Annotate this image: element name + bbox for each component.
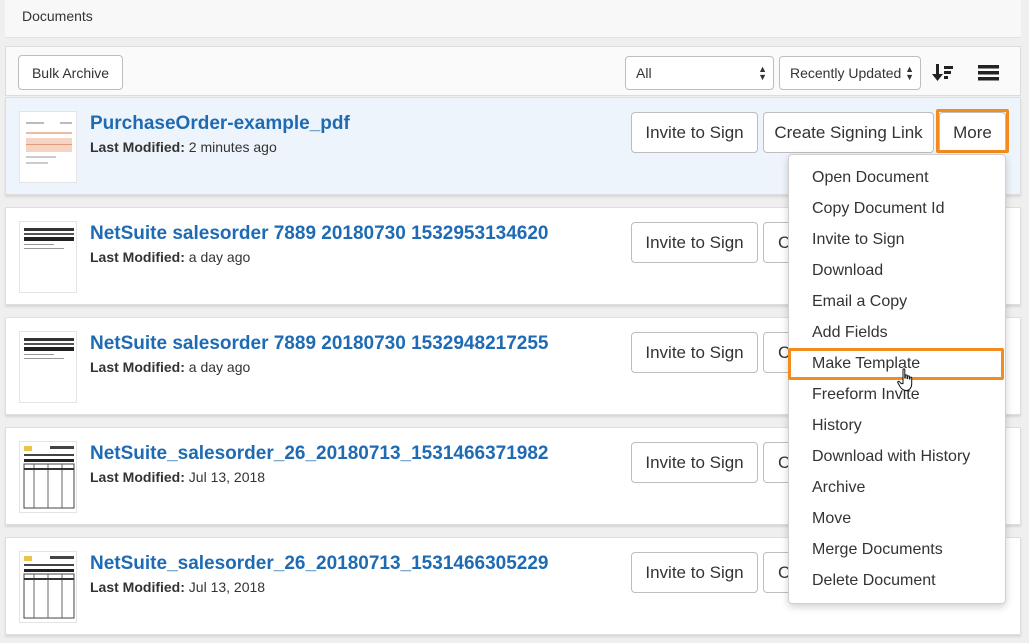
menu-item-download[interactable]: Download — [789, 255, 1005, 286]
document-preview-icon — [24, 228, 74, 249]
menu-item-download-with-history[interactable]: Download with History — [789, 441, 1005, 472]
invite-to-sign-button[interactable]: Invite to Sign — [631, 442, 758, 483]
menu-item-move[interactable]: Move — [789, 503, 1005, 534]
invite-to-sign-button[interactable]: Invite to Sign — [631, 112, 758, 153]
sort-select-value: Recently Updated — [790, 65, 902, 81]
menu-item-email-a-copy[interactable]: Email a Copy — [789, 286, 1005, 317]
menu-item-delete-document[interactable]: Delete Document — [789, 565, 1005, 596]
last-modified-value: a day ago — [188, 249, 251, 265]
document-preview-icon — [23, 556, 75, 619]
more-button-highlight — [936, 109, 1009, 153]
invite-to-sign-button[interactable]: Invite to Sign — [631, 222, 758, 263]
last-modified-value: 2 minutes ago — [188, 139, 277, 155]
sort-select[interactable]: Recently Updated ▲ ▼ — [779, 56, 921, 90]
menu-item-add-fields[interactable]: Add Fields — [789, 317, 1005, 348]
document-title-link[interactable]: NetSuite_salesorder_26_20180713_15314663… — [90, 553, 549, 575]
menu-item-open-document[interactable]: Open Document — [789, 162, 1005, 193]
last-modified: Last Modified: Jul 13, 2018 — [90, 469, 265, 485]
document-preview-icon — [24, 338, 74, 359]
list-view-icon[interactable] — [978, 65, 999, 81]
bulk-archive-button[interactable]: Bulk Archive — [18, 55, 123, 90]
toolbar: Bulk Archive All ▲ ▼ Recently Updated ▲ ▼ — [5, 46, 1021, 96]
document-title-link[interactable]: NetSuite salesorder 7889 20180730 153295… — [90, 223, 548, 245]
document-thumbnail[interactable] — [19, 551, 77, 623]
last-modified-label: Last Modified: — [90, 469, 185, 485]
last-modified-value: Jul 13, 2018 — [188, 579, 266, 595]
select-arrows-icon: ▲ ▼ — [905, 64, 914, 82]
select-arrows-icon: ▲ ▼ — [758, 64, 767, 82]
page-header: Documents — [5, 0, 1021, 38]
last-modified: Last Modified: a day ago — [90, 359, 250, 375]
document-thumbnail[interactable] — [19, 331, 77, 403]
document-title-link[interactable]: PurchaseOrder-example_pdf — [90, 113, 350, 135]
document-thumbnail[interactable] — [19, 221, 77, 293]
menu-item-archive[interactable]: Archive — [789, 472, 1005, 503]
last-modified-value: a day ago — [188, 359, 251, 375]
invite-to-sign-button[interactable]: Invite to Sign — [631, 552, 758, 593]
last-modified-label: Last Modified: — [90, 359, 185, 375]
last-modified-value: Jul 13, 2018 — [188, 469, 266, 485]
last-modified: Last Modified: a day ago — [90, 249, 250, 265]
make-template-highlight — [788, 348, 1004, 380]
page-title: Documents — [22, 8, 93, 24]
filter-select-value: All — [636, 65, 652, 81]
document-title-link[interactable]: NetSuite salesorder 7889 20180730 153294… — [90, 333, 548, 355]
create-signing-link-button[interactable]: Create Signing Link — [763, 112, 934, 153]
document-title-link[interactable]: NetSuite_salesorder_26_20180713_15314663… — [90, 443, 549, 465]
menu-item-merge-documents[interactable]: Merge Documents — [789, 534, 1005, 565]
filter-select[interactable]: All ▲ ▼ — [625, 56, 774, 90]
document-thumbnail[interactable] — [19, 441, 77, 513]
last-modified-label: Last Modified: — [90, 579, 185, 595]
menu-item-history[interactable]: History — [789, 410, 1005, 441]
invite-to-sign-button[interactable]: Invite to Sign — [631, 332, 758, 373]
sort-descending-icon[interactable] — [932, 63, 954, 83]
menu-item-copy-document-id[interactable]: Copy Document Id — [789, 193, 1005, 224]
last-modified: Last Modified: Jul 13, 2018 — [90, 579, 265, 595]
document-preview-icon — [23, 446, 75, 509]
last-modified-label: Last Modified: — [90, 139, 185, 155]
last-modified: Last Modified: 2 minutes ago — [90, 139, 277, 155]
hand-pointer-icon — [897, 368, 913, 392]
menu-item-invite-to-sign[interactable]: Invite to Sign — [789, 224, 1005, 255]
document-preview-icon — [26, 122, 72, 164]
last-modified-label: Last Modified: — [90, 249, 185, 265]
document-thumbnail[interactable] — [19, 111, 77, 183]
